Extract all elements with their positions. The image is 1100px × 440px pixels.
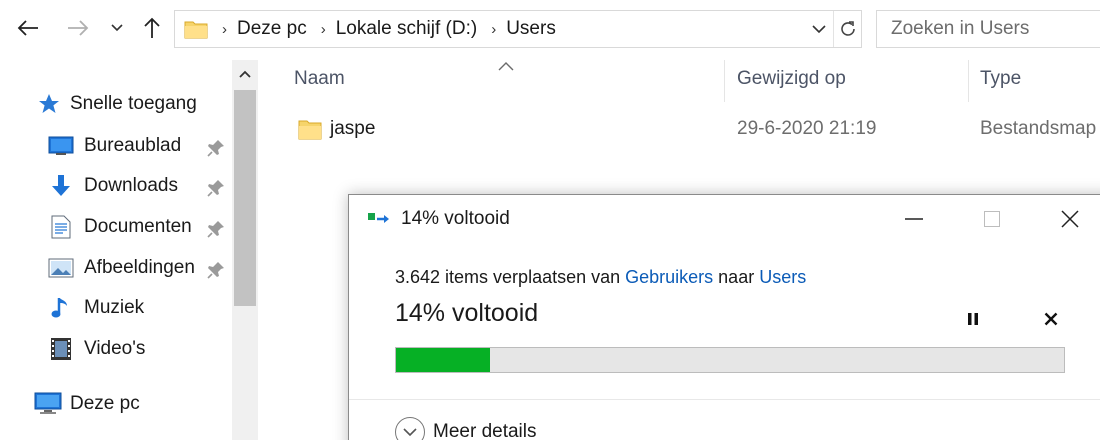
scroll-up-button[interactable] — [232, 60, 258, 88]
description-text: naar — [713, 267, 760, 287]
address-bar[interactable]: › Deze pc › Lokale schijf (D:) › Users — [174, 10, 862, 48]
sidebar-item-this-pc[interactable]: Deze pc — [34, 392, 140, 416]
music-icon — [48, 296, 74, 320]
cancel-icon — [1044, 312, 1058, 326]
pin-icon[interactable] — [206, 178, 226, 198]
destination-link[interactable]: Users — [759, 267, 806, 287]
download-icon — [48, 174, 74, 198]
close-icon — [1061, 210, 1079, 228]
progress-bar-fill — [396, 348, 490, 372]
sidebar-item-label: Snelle toegang — [70, 93, 197, 114]
pin-icon[interactable] — [206, 219, 226, 239]
chevron-up-icon — [239, 70, 251, 78]
sidebar-item-label: Afbeeldingen — [84, 257, 195, 278]
progress-status: 14% voltooid — [395, 299, 539, 327]
sidebar-item-muziek[interactable]: Muziek — [48, 296, 144, 320]
close-button[interactable] — [1031, 195, 1100, 243]
maximize-icon — [984, 211, 1000, 227]
sidebar-item-documenten[interactable]: Documenten — [48, 215, 192, 239]
column-divider[interactable] — [724, 60, 725, 102]
dialog-body: 3.642 items verplaatsen van Gebruikers n… — [395, 267, 1075, 373]
file-modified: 29-6-2020 21:19 — [737, 118, 877, 139]
operation-description: 3.642 items verplaatsen van Gebruikers n… — [395, 267, 1075, 288]
description-text: 3.642 items verplaatsen van — [395, 267, 626, 287]
chevron-right-icon[interactable]: › — [321, 21, 326, 38]
sidebar-item-label: Video's — [84, 338, 146, 359]
desktop-icon — [48, 134, 74, 158]
address-history-button[interactable] — [805, 11, 833, 47]
dialog-divider — [349, 399, 1100, 400]
table-row[interactable]: jaspe 29-6-2020 21:19 Bestandsmap — [262, 114, 1100, 144]
picture-icon — [48, 256, 74, 280]
sidebar-item-quick-access[interactable]: Snelle toegang — [36, 92, 197, 116]
breadcrumb-this-pc[interactable]: Deze pc — [237, 18, 307, 40]
sidebar-item-label: Bureaublad — [84, 135, 182, 156]
video-icon — [48, 337, 74, 361]
computer-icon — [34, 392, 62, 416]
folder-icon — [298, 114, 322, 144]
search-box[interactable] — [876, 10, 1100, 48]
address-row: › Deze pc › Lokale schijf (D:) › Users — [0, 0, 1100, 56]
star-icon — [36, 92, 62, 116]
more-details-label: Meer details — [433, 421, 537, 440]
maximize-button[interactable] — [953, 195, 1031, 243]
more-details-toggle[interactable]: Meer details — [395, 417, 537, 440]
back-arrow-icon — [17, 20, 38, 36]
breadcrumb-local-disk[interactable]: Lokale schijf (D:) — [336, 18, 478, 40]
sidebar-item-afbeeldingen[interactable]: Afbeeldingen — [48, 256, 195, 280]
sidebar-item-label: Deze pc — [70, 393, 140, 414]
sidebar-item-downloads[interactable]: Downloads — [48, 174, 178, 198]
sidebar-item-label: Muziek — [84, 297, 145, 318]
sidebar-item-label: Documenten — [84, 216, 192, 237]
column-header-type[interactable]: Type — [980, 56, 1021, 102]
sidebar-item-bureaublad[interactable]: Bureaublad — [48, 134, 181, 158]
column-header-name[interactable]: Naam — [294, 56, 345, 102]
column-divider[interactable] — [968, 60, 969, 102]
forward-button[interactable] — [64, 14, 92, 42]
progress-bar — [395, 347, 1065, 373]
expand-icon — [395, 417, 425, 440]
recent-locations-button[interactable] — [106, 14, 128, 42]
sidebar-item-label: Downloads — [84, 175, 178, 196]
chevron-right-icon[interactable]: › — [222, 21, 227, 38]
navigation-pane: Snelle toegang Bureaublad Downloads Docu… — [0, 56, 260, 440]
refresh-button[interactable] — [833, 11, 861, 47]
minimize-icon — [905, 218, 923, 220]
refresh-icon — [840, 21, 855, 36]
dialog-title: 14% voltooid — [401, 208, 510, 229]
move-files-icon — [367, 210, 393, 228]
minimize-button[interactable] — [875, 195, 953, 243]
chevron-down-icon — [812, 24, 826, 33]
sort-ascending-icon — [498, 58, 514, 76]
search-input[interactable] — [891, 18, 1100, 40]
dialog-title-bar[interactable]: 14% voltooid — [349, 195, 1100, 243]
chevron-right-icon[interactable]: › — [491, 21, 496, 38]
pause-button[interactable] — [959, 305, 987, 333]
folder-icon — [184, 19, 208, 39]
forward-arrow-icon — [68, 20, 89, 36]
pin-icon[interactable] — [206, 260, 226, 280]
progress-dialog: 14% voltooid 3.642 items verplaatsen van… — [348, 194, 1100, 440]
up-button[interactable] — [138, 14, 166, 42]
cancel-button[interactable] — [1037, 305, 1065, 333]
file-name[interactable]: jaspe — [330, 114, 375, 144]
nav-scrollbar[interactable] — [232, 60, 258, 440]
file-type: Bestandsmap — [980, 118, 1097, 139]
up-arrow-icon — [144, 17, 160, 38]
pause-icon — [968, 313, 978, 325]
scroll-thumb[interactable] — [234, 90, 256, 306]
pin-icon[interactable] — [206, 138, 226, 158]
source-link[interactable]: Gebruikers — [625, 267, 713, 287]
breadcrumb-users[interactable]: Users — [506, 18, 556, 40]
back-button[interactable] — [14, 14, 42, 42]
chevron-down-icon — [111, 24, 123, 32]
column-header-modified[interactable]: Gewijzigd op — [737, 56, 846, 102]
sidebar-item-videos[interactable]: Video's — [48, 337, 145, 361]
document-icon — [48, 215, 74, 239]
